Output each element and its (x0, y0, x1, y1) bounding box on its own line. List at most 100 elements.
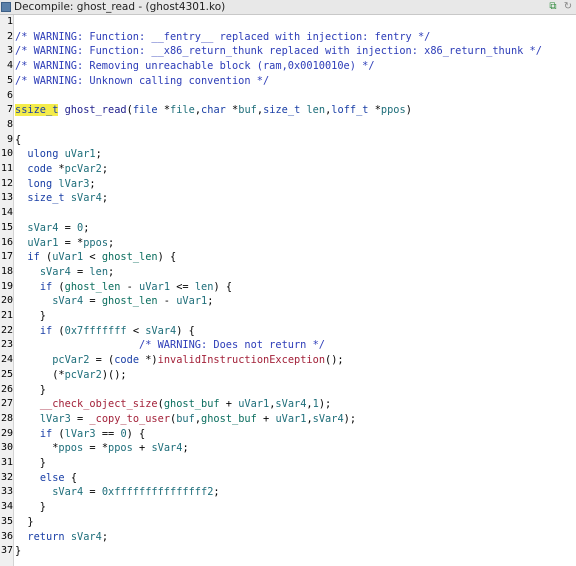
decompiler-code-view[interactable]: 1 2/* WARNING: Function: __fentry__ repla… (0, 15, 576, 566)
code-token[interactable]: if (27, 251, 39, 263)
code-token[interactable]: uVar1 (176, 295, 207, 307)
code-line[interactable]: 22 if (0x7fffffff < sVar4) { (0, 324, 576, 339)
code-token[interactable]: sVar4 (27, 222, 58, 234)
code-token[interactable]: lVar3 (40, 413, 71, 425)
code-token[interactable]: invalidInstructionException (158, 354, 325, 366)
code-token[interactable]: uVar1 (139, 281, 170, 293)
code-line[interactable]: 23 /* WARNING: Does not return */ (0, 338, 576, 353)
code-token[interactable]: buf (238, 104, 257, 116)
code-token[interactable]: ghost_len (65, 281, 121, 293)
code-token[interactable]: ghost_buf (164, 398, 220, 410)
code-line[interactable]: 18 sVar4 = len; (0, 265, 576, 280)
code-token[interactable]: char (201, 104, 226, 116)
refresh-icon[interactable]: ↻ (562, 1, 574, 13)
code-token[interactable]: ghost_read (65, 104, 127, 116)
code-token[interactable]: sVar4 (313, 413, 344, 425)
code-token[interactable]: if (40, 325, 52, 337)
code-line[interactable]: 10 ulong uVar1; (0, 147, 576, 162)
code-line[interactable]: 11 code *pcVar2; (0, 162, 576, 177)
code-line[interactable]: 35 } (0, 515, 576, 530)
code-line[interactable]: 13 size_t sVar4; (0, 191, 576, 206)
code-token[interactable]: sVar4 (151, 442, 182, 454)
code-line[interactable]: 9{ (0, 133, 576, 148)
code-line[interactable]: 33 sVar4 = 0xfffffffffffffff2; (0, 485, 576, 500)
code-line[interactable]: 14 (0, 206, 576, 221)
code-line[interactable]: 4/* WARNING: Removing unreachable block … (0, 59, 576, 74)
code-line[interactable]: 28 lVar3 = _copy_to_user(buf,ghost_buf +… (0, 412, 576, 427)
code-token[interactable]: uVar1 (27, 237, 58, 249)
code-line[interactable]: 25 (*pcVar2)(); (0, 368, 576, 383)
code-token[interactable]: ppos (381, 104, 406, 116)
code-line[interactable]: 29 if (lVar3 == 0) { (0, 427, 576, 442)
code-line[interactable]: 32 else { (0, 471, 576, 486)
code-token[interactable]: uVar1 (275, 413, 306, 425)
code-token[interactable]: ulong (27, 148, 58, 160)
code-token[interactable]: sVar4 (52, 486, 83, 498)
code-token[interactable]: len (306, 104, 325, 116)
code-line[interactable]: 3/* WARNING: Function: __x86_return_thun… (0, 44, 576, 59)
code-token[interactable]: sVar4 (145, 325, 176, 337)
code-token[interactable]: ppos (108, 442, 133, 454)
code-token[interactable]: pcVar2 (52, 354, 89, 366)
code-token[interactable]: sVar4 (52, 295, 83, 307)
code-token[interactable]: len (195, 281, 214, 293)
code-token[interactable]: file (133, 104, 158, 116)
code-token[interactable]: ghost_len (102, 251, 158, 263)
code-line[interactable]: 6 (0, 89, 576, 104)
code-token[interactable]: long (27, 178, 52, 190)
code-token[interactable]: ssize_t (15, 104, 59, 117)
code-token[interactable]: 0x7fffffff (65, 325, 127, 337)
code-line[interactable]: 19 if (ghost_len - uVar1 <= len) { (0, 280, 576, 295)
code-token[interactable]: ghost_buf (201, 413, 257, 425)
code-token[interactable]: else (40, 472, 65, 484)
code-line[interactable]: 7 ssize_t ghost_read(file *file,char *buf… (0, 103, 576, 118)
copy-icon[interactable]: ⧉ (547, 1, 559, 13)
code-token[interactable]: code (27, 163, 52, 175)
code-token[interactable]: code (114, 354, 139, 366)
code-token[interactable]: lVar3 (65, 428, 96, 440)
code-line[interactable]: 16 uVar1 = *ppos; (0, 236, 576, 251)
code-token[interactable]: size_t (263, 104, 300, 116)
code-line[interactable]: 36 return sVar4; (0, 530, 576, 545)
code-token[interactable]: _copy_to_user (89, 413, 170, 425)
code-token[interactable]: ppos (58, 442, 83, 454)
code-token[interactable]: __check_object_size (40, 398, 158, 410)
code-token[interactable]: lVar3 (58, 178, 89, 190)
code-token[interactable]: loff_t (331, 104, 368, 116)
code-token[interactable]: ghost_len (102, 295, 158, 307)
code-token[interactable]: uVar1 (65, 148, 96, 160)
code-line[interactable]: 34 } (0, 500, 576, 515)
code-line[interactable]: 31 } (0, 456, 576, 471)
code-line[interactable]: 2/* WARNING: Function: __fentry__ replac… (0, 30, 576, 45)
code-token[interactable]: return (27, 531, 64, 543)
code-line[interactable]: 8 (0, 118, 576, 133)
code-token[interactable]: sVar4 (71, 531, 102, 543)
code-line[interactable]: 12 long lVar3; (0, 177, 576, 192)
code-line[interactable]: 5/* WARNING: Unknown calling convention … (0, 74, 576, 89)
code-token[interactable]: file (170, 104, 195, 116)
code-token[interactable]: uVar1 (238, 398, 269, 410)
code-line[interactable]: 20 sVar4 = ghost_len - uVar1; (0, 294, 576, 309)
code-line[interactable]: 17 if (uVar1 < ghost_len) { (0, 250, 576, 265)
code-token[interactable]: if (40, 428, 52, 440)
code-token[interactable]: uVar1 (52, 251, 83, 263)
code-line[interactable]: 15 sVar4 = 0; (0, 221, 576, 236)
code-line[interactable]: 26 } (0, 383, 576, 398)
code-token[interactable]: sVar4 (40, 266, 71, 278)
code-token[interactable]: pcVar2 (65, 369, 102, 381)
code-token[interactable]: len (89, 266, 108, 278)
code-line[interactable]: 1 (0, 15, 576, 30)
code-token[interactable]: buf (176, 413, 195, 425)
code-line[interactable]: 21 } (0, 309, 576, 324)
code-line[interactable]: 27 __check_object_size(ghost_buf + uVar1… (0, 397, 576, 412)
code-line[interactable]: 37} (0, 544, 576, 559)
code-line[interactable]: 30 *ppos = *ppos + sVar4; (0, 441, 576, 456)
code-line[interactable]: 24 pcVar2 = (code *)invalidInstructionEx… (0, 353, 576, 368)
code-token[interactable]: size_t (27, 192, 64, 204)
code-token[interactable]: sVar4 (275, 398, 306, 410)
code-token[interactable]: sVar4 (71, 192, 102, 204)
code-token[interactable]: ppos (83, 237, 108, 249)
code-token[interactable]: if (40, 281, 52, 293)
code-token[interactable]: 0xfffffffffffffff2 (102, 486, 214, 498)
code-token[interactable]: pcVar2 (65, 163, 102, 175)
